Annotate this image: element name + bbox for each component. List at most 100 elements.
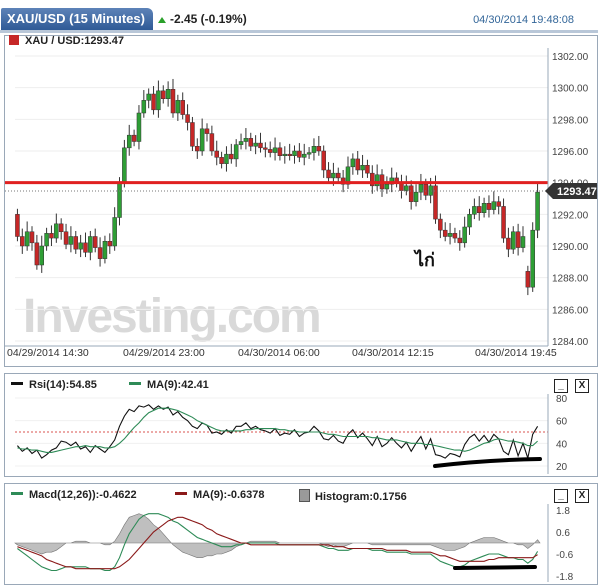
candle[interactable]	[530, 229, 535, 288]
candle[interactable]	[78, 242, 83, 250]
macd-trendline-drawing[interactable]	[453, 565, 537, 570]
price-chart[interactable]: Investing.com ไก่ 1302.00 1300.00 1298.00 1…	[5, 36, 597, 366]
candle[interactable]	[97, 247, 103, 259]
candle[interactable]	[126, 134, 132, 149]
candle[interactable]	[92, 236, 98, 248]
candle[interactable]	[141, 100, 147, 114]
candle[interactable]	[136, 112, 142, 142]
candle[interactable]	[496, 201, 501, 207]
candle[interactable]	[462, 226, 467, 244]
rsi-close-button[interactable]: X	[575, 379, 589, 393]
candle[interactable]	[263, 147, 268, 150]
candle[interactable]	[170, 89, 176, 114]
candle[interactable]	[161, 90, 166, 99]
macd-panel[interactable]: Macd(12,26)):-0.4622 MA(9):-0.6378 Histo…	[4, 483, 598, 585]
chart-annotation[interactable]: ไก่	[413, 249, 435, 270]
candle[interactable]	[311, 146, 317, 153]
candle[interactable]	[83, 242, 88, 253]
candle[interactable]	[88, 236, 93, 253]
candle[interactable]	[326, 169, 331, 179]
candle[interactable]	[214, 150, 219, 158]
candle[interactable]	[506, 237, 511, 250]
candle[interactable]	[122, 147, 127, 183]
candle[interactable]	[321, 150, 326, 171]
candle[interactable]	[525, 271, 531, 288]
candle[interactable]	[282, 153, 288, 156]
candle[interactable]	[442, 229, 448, 237]
candle[interactable]	[467, 214, 472, 228]
candle[interactable]	[243, 138, 249, 142]
candle[interactable]	[44, 233, 49, 247]
price-chart-panel[interactable]: Investing.com ไก่ 1302.00 1300.00 1298.00 1…	[4, 35, 598, 367]
candle[interactable]	[165, 89, 171, 99]
candle[interactable]	[306, 152, 312, 155]
candle[interactable]	[267, 149, 273, 153]
candle[interactable]	[423, 184, 429, 196]
candle[interactable]	[34, 242, 40, 266]
macd-minimize-button[interactable]: _	[554, 489, 568, 503]
candle[interactable]	[374, 174, 380, 187]
candle[interactable]	[486, 203, 492, 210]
candle[interactable]	[180, 100, 185, 115]
candle[interactable]	[428, 185, 433, 196]
candle[interactable]	[447, 233, 453, 237]
candle[interactable]	[146, 93, 151, 101]
candle[interactable]	[107, 241, 113, 247]
candle[interactable]	[112, 217, 117, 247]
candle[interactable]	[248, 138, 254, 147]
candle[interactable]	[355, 158, 360, 171]
candle[interactable]	[199, 128, 205, 152]
candle[interactable]	[238, 141, 244, 145]
candle[interactable]	[292, 150, 297, 156]
candle[interactable]	[515, 231, 521, 248]
candle[interactable]	[287, 153, 292, 156]
candle[interactable]	[501, 206, 506, 239]
candle[interactable]	[151, 93, 156, 111]
candle[interactable]	[175, 100, 181, 114]
candle[interactable]	[73, 236, 79, 250]
candle[interactable]	[535, 191, 540, 231]
candle[interactable]	[272, 147, 278, 153]
candle[interactable]	[233, 144, 239, 160]
candle[interactable]	[224, 153, 229, 164]
macd-close-button[interactable]: X	[575, 489, 589, 503]
rsi-trendline-drawing[interactable]	[433, 457, 542, 468]
candle[interactable]	[54, 223, 59, 239]
candle[interactable]	[156, 90, 161, 111]
candle[interactable]	[316, 146, 322, 152]
candle[interactable]	[24, 231, 30, 247]
candle[interactable]	[301, 153, 307, 158]
rsi-minimize-button[interactable]: _	[554, 379, 568, 393]
candle[interactable]	[58, 223, 64, 232]
candle[interactable]	[195, 146, 200, 152]
candle[interactable]	[63, 231, 69, 245]
candle[interactable]	[336, 172, 341, 179]
candle[interactable]	[481, 203, 487, 213]
candle[interactable]	[331, 172, 336, 179]
candle[interactable]	[49, 233, 54, 239]
candle[interactable]	[39, 245, 44, 266]
candle[interactable]	[185, 114, 190, 123]
rsi-panel[interactable]: Rsi(14):54.85 MA(9):42.41 _ X 80 60 40 20	[4, 373, 598, 477]
candle[interactable]	[413, 191, 419, 202]
candle[interactable]	[20, 236, 25, 247]
candle[interactable]	[365, 165, 370, 174]
candle[interactable]	[204, 128, 210, 134]
candle[interactable]	[384, 184, 390, 190]
candle[interactable]	[29, 231, 35, 244]
candle[interactable]	[190, 122, 195, 147]
candle[interactable]	[404, 185, 409, 191]
candle[interactable]	[229, 153, 234, 160]
candle[interactable]	[408, 185, 414, 202]
candle[interactable]	[511, 231, 516, 250]
macd-chart[interactable]: 1.8 0.6 -0.6 -1.8	[5, 504, 597, 582]
candle[interactable]	[258, 142, 263, 149]
candle[interactable]	[350, 158, 356, 168]
candle[interactable]	[491, 201, 497, 210]
candle[interactable]	[68, 236, 74, 245]
candle[interactable]	[253, 142, 258, 147]
candle[interactable]	[520, 236, 526, 248]
instrument-tab[interactable]: XAU/USD (15 Minutes)	[1, 8, 153, 30]
candle[interactable]	[472, 206, 477, 215]
candle[interactable]	[15, 214, 20, 237]
